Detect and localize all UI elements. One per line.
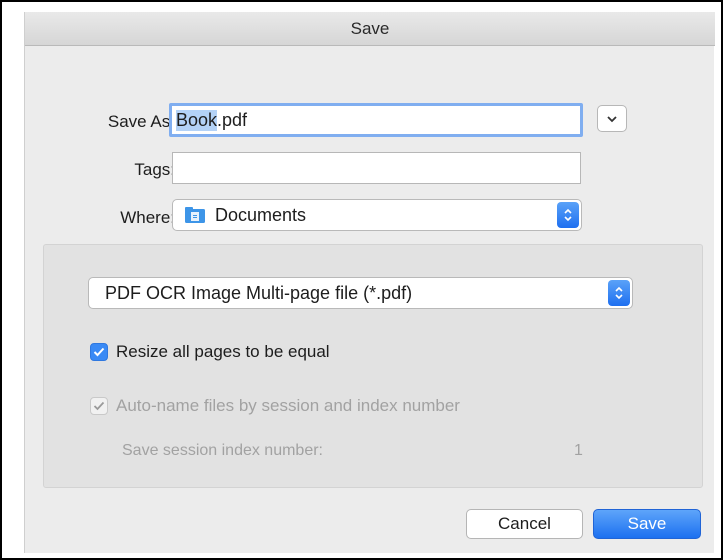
format-value: PDF OCR Image Multi-page file (*.pdf)	[105, 282, 413, 303]
tags-label: Tags:	[134, 160, 175, 179]
updown-arrows-icon	[608, 280, 630, 306]
resize-pages-checkbox[interactable]	[90, 343, 108, 361]
checkmark-icon	[93, 347, 105, 357]
filename-selected-text: Book	[176, 109, 218, 131]
expand-dialog-button[interactable]	[597, 105, 627, 132]
title-bar[interactable]: Save	[25, 12, 715, 46]
updown-arrows-icon	[557, 202, 579, 228]
window-title: Save	[350, 18, 390, 38]
autoname-checkbox	[90, 397, 108, 415]
filename-extension-text: .pdf	[217, 109, 248, 130]
resize-pages-checkbox-row[interactable]: Resize all pages to be equal	[90, 342, 330, 362]
options-panel: PDF OCR Image Multi-page file (*.pdf) Re…	[43, 244, 703, 488]
autoname-label: Auto-name files by session and index num…	[116, 396, 460, 415]
format-popup[interactable]: PDF OCR Image Multi-page file (*.pdf)	[88, 277, 633, 309]
save-as-label: Save As:	[107, 112, 175, 131]
session-index-value: 1	[574, 442, 583, 459]
where-popup[interactable]: Documents	[172, 199, 582, 231]
save-button[interactable]: Save	[593, 509, 701, 539]
screenshot-frame: Save Save As: Book .pdf Tags: Where: Doc…	[0, 0, 723, 560]
folder-icon	[185, 207, 205, 223]
checkmark-icon	[93, 401, 105, 411]
autoname-checkbox-row: Auto-name files by session and index num…	[90, 396, 460, 416]
where-value: Documents	[215, 204, 307, 225]
save-as-input[interactable]: Book .pdf	[169, 103, 583, 137]
session-index-label: Save session index number:	[122, 442, 323, 459]
tags-input[interactable]	[172, 152, 581, 184]
where-label: Where:	[120, 208, 175, 227]
cancel-button[interactable]: Cancel	[466, 509, 583, 539]
resize-pages-label: Resize all pages to be equal	[116, 342, 330, 361]
save-dialog: Save Save As: Book .pdf Tags: Where: Doc…	[24, 12, 715, 553]
chevron-down-icon	[607, 115, 617, 122]
